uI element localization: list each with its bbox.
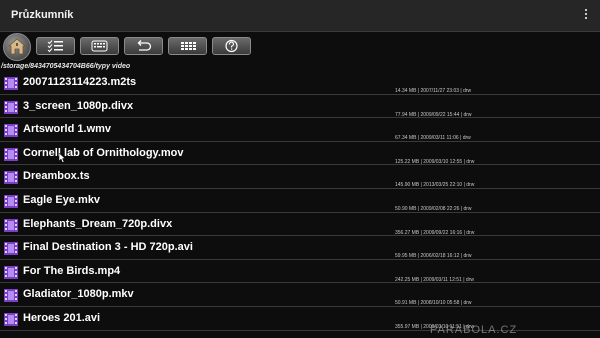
- home-icon: [7, 38, 27, 55]
- video-file-icon: [4, 265, 18, 279]
- file-name: Elephants_Dream_720p.divx: [23, 217, 173, 230]
- list-item[interactable]: Gladiator_1080p.mkv 50.91 MB | 2008/10/1…: [0, 283, 600, 307]
- list-item[interactable]: Cornell lab of Ornithology.mov 125.22 MB…: [0, 142, 600, 166]
- help-button[interactable]: [212, 37, 251, 55]
- file-meta: 59.95 MB | 2006/02/18 16:12 | drw: [395, 253, 472, 260]
- back-button[interactable]: [124, 37, 163, 55]
- video-file-icon: [4, 147, 18, 161]
- file-name: 3_screen_1080p.divx: [23, 99, 134, 112]
- home-button[interactable]: [3, 33, 31, 61]
- grid-icon: [181, 42, 196, 50]
- list-item[interactable]: Elephants_Dream_720p.divx 356.27 MB | 20…: [0, 213, 600, 237]
- list-item[interactable]: Artsworld 1.wmv 67.34 MB | 2009/03/11 11…: [0, 118, 600, 142]
- file-meta: 145.90 MB | 2013/03/25 22:10 | drw: [395, 182, 475, 189]
- file-meta: 77.94 MB | 2009/09/22 15:44 | drw: [395, 111, 472, 118]
- video-file-icon: [4, 312, 18, 326]
- list-item[interactable]: Dreambox.ts 145.90 MB | 2013/03/25 22:10…: [0, 165, 600, 189]
- overflow-menu-icon[interactable]: [581, 7, 591, 23]
- current-path: /storage/8434705434704B66/typy video: [1, 63, 131, 70]
- video-file-icon: [4, 100, 18, 114]
- keyboard-button[interactable]: [80, 37, 119, 55]
- video-file-icon: [4, 218, 18, 232]
- list-item[interactable]: 20071123114223.m2ts 14.34 MB | 2007/11/2…: [0, 71, 600, 95]
- video-file-icon: [4, 242, 18, 256]
- file-list: 20071123114223.m2ts 14.34 MB | 2007/11/2…: [0, 71, 600, 331]
- help-icon: [225, 39, 238, 53]
- file-name: For The Birds.mp4: [23, 264, 121, 277]
- file-meta: 50.91 MB | 2008/10/10 05:58 | drw: [395, 300, 472, 307]
- file-name: Final Destination 3 - HD 720p.avi: [23, 241, 193, 254]
- mouse-cursor-icon: [59, 153, 66, 163]
- watermark: PARABOLA.CZ: [430, 324, 518, 336]
- toolbar: [0, 32, 600, 61]
- video-file-icon: [4, 289, 18, 303]
- file-name: Dreambox.ts: [23, 170, 90, 183]
- file-name: 20071123114223.m2ts: [23, 76, 137, 88]
- file-meta: 67.34 MB | 2009/03/11 11:06 | drw: [395, 135, 471, 142]
- back-arrow-icon: [137, 40, 152, 51]
- keyboard-icon: [91, 40, 108, 52]
- video-file-icon: [4, 171, 18, 185]
- list-item[interactable]: Final Destination 3 - HD 720p.avi 59.95 …: [0, 236, 600, 260]
- file-name: Gladiator_1080p.mkv: [23, 288, 134, 301]
- app-title: Průzkumník: [11, 9, 74, 21]
- file-meta: 125.22 MB | 2009/03/10 12:55 | drw: [395, 158, 475, 165]
- file-name: Eagle Eye.mkv: [23, 193, 101, 206]
- video-file-icon: [4, 77, 18, 90]
- video-file-icon: [4, 194, 18, 208]
- list-item[interactable]: For The Birds.mp4 242.25 MB | 2009/03/11…: [0, 260, 600, 284]
- title-bar: Průzkumník: [0, 0, 600, 32]
- select-button[interactable]: [36, 37, 75, 55]
- file-name: Heroes 201.avi: [23, 311, 101, 324]
- file-meta: 356.27 MB | 2009/09/22 16:16 | drw: [395, 229, 475, 236]
- list-item[interactable]: Eagle Eye.mkv 50.90 MB | 2009/02/08 22:2…: [0, 189, 600, 213]
- file-name: Cornell lab of Ornithology.mov: [23, 146, 184, 159]
- file-meta: 242.25 MB | 2009/03/11 12:51 | drw: [395, 276, 474, 283]
- grid-view-button[interactable]: [168, 37, 207, 55]
- video-file-icon: [4, 124, 18, 138]
- checklist-icon: [47, 40, 63, 53]
- file-meta: 14.34 MB | 2007/11/27 23:03 | drw: [395, 88, 472, 94]
- file-meta: 50.90 MB | 2009/02/08 22:26 | drw: [395, 205, 472, 212]
- file-name: Artsworld 1.wmv: [23, 123, 112, 136]
- list-item[interactable]: 3_screen_1080p.divx 77.94 MB | 2009/09/2…: [0, 95, 600, 119]
